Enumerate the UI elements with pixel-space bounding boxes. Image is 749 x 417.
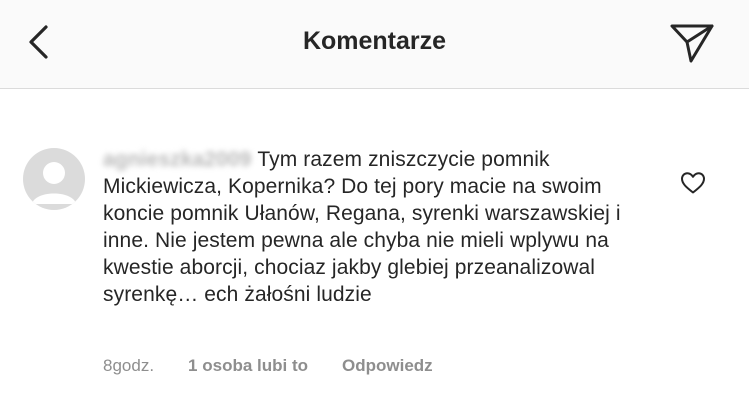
heart-outline-icon xyxy=(681,172,705,194)
comment-username[interactable]: agnieszka2009 xyxy=(103,146,251,173)
header-bar: Komentarze xyxy=(0,0,749,89)
comment-timestamp: 8godz. xyxy=(103,356,155,375)
share-button[interactable] xyxy=(668,22,716,64)
comment-meta: 8godz. 1 osoba lubi to Odpowiedz xyxy=(103,356,433,376)
default-avatar-icon xyxy=(32,162,76,204)
like-button[interactable] xyxy=(680,170,706,196)
likes-count-link[interactable]: 1 osoba lubi to xyxy=(188,356,308,376)
reply-button[interactable]: Odpowiedz xyxy=(342,356,433,376)
avatar[interactable] xyxy=(23,148,85,210)
comment-body: agnieszka2009 Tym razem zniszczycie pomni… xyxy=(103,146,643,308)
page-title: Komentarze xyxy=(302,27,447,55)
paper-plane-icon xyxy=(670,24,714,63)
